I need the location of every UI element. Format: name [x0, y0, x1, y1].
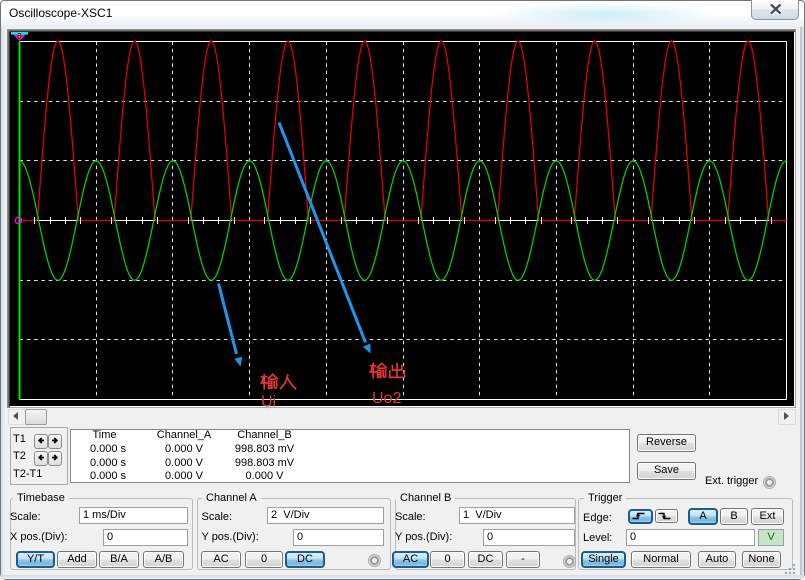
- svg-text:Uo2: Uo2: [372, 390, 401, 407]
- svg-text:Ui: Ui: [261, 394, 276, 409]
